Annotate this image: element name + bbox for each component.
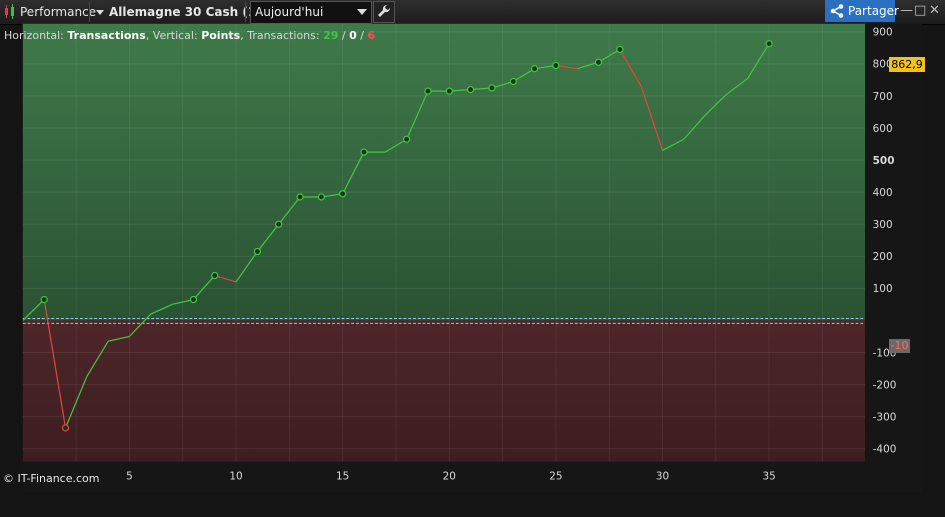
data-point xyxy=(488,84,496,92)
slash: / xyxy=(356,29,368,42)
data-point xyxy=(189,295,198,304)
y-tick-label: -400 xyxy=(873,444,897,456)
x-axis-panel xyxy=(22,461,923,492)
data-point xyxy=(552,61,560,70)
data-point xyxy=(445,87,453,95)
vertical-value: Points xyxy=(201,29,241,42)
data-point xyxy=(339,190,347,198)
data-point xyxy=(530,65,539,73)
data-point xyxy=(765,40,773,48)
data-point xyxy=(402,135,411,143)
zero-line-label: -10 xyxy=(889,339,910,353)
slash: / xyxy=(338,29,350,42)
y-tick-label: -300 xyxy=(873,411,897,423)
data-point xyxy=(424,87,432,95)
chart-info: Horizontal: Transactions, Vertical: Poin… xyxy=(4,29,375,42)
credit-text: © IT-Finance.com xyxy=(3,472,100,485)
vertical-label: , Vertical: xyxy=(145,29,202,42)
positive-zone xyxy=(22,23,866,321)
x-tick-label: 25 xyxy=(549,471,562,483)
y-tick-label: 500 xyxy=(873,155,895,167)
y-axis-panel xyxy=(865,23,923,462)
negative-zone xyxy=(22,320,866,462)
performance-chart[interactable]: 900800700600500400300200100-100-200-300-… xyxy=(0,0,945,492)
horizontal-label: Horizontal: xyxy=(4,29,68,42)
neutral-count: 0 xyxy=(349,29,357,42)
x-tick-label: 15 xyxy=(336,471,349,483)
x-tick-label: 35 xyxy=(762,471,775,483)
x-tick-label: 10 xyxy=(229,471,242,483)
data-point xyxy=(40,295,48,304)
data-point xyxy=(61,424,70,432)
data-point xyxy=(253,247,262,256)
y-tick-label: 100 xyxy=(873,283,893,295)
y-tick-label: 300 xyxy=(873,219,893,231)
data-point xyxy=(509,77,517,86)
y-tick-label: 700 xyxy=(873,91,893,103)
transactions-label: , Transactions: xyxy=(240,29,324,42)
x-tick-label: 30 xyxy=(656,471,669,483)
data-point xyxy=(360,148,368,156)
horizontal-value: Transactions xyxy=(67,29,146,42)
data-point xyxy=(211,271,219,280)
winners-count: 29 xyxy=(323,29,339,42)
y-tick-label: -200 xyxy=(873,379,897,391)
x-tick-label: 20 xyxy=(443,471,456,483)
losers-count: 6 xyxy=(367,29,376,42)
y-tick-label: 900 xyxy=(873,27,893,39)
data-point xyxy=(594,58,603,66)
data-point xyxy=(466,85,475,94)
data-point xyxy=(275,220,283,228)
y-tick-label: 200 xyxy=(873,251,893,263)
last-value-label: 862,9 xyxy=(889,57,925,72)
data-point xyxy=(317,193,326,201)
data-point xyxy=(296,193,304,201)
y-tick-label: 400 xyxy=(873,187,893,199)
y-tick-label: 600 xyxy=(873,123,893,135)
data-point xyxy=(616,45,624,54)
x-tick-label: 5 xyxy=(126,471,133,483)
